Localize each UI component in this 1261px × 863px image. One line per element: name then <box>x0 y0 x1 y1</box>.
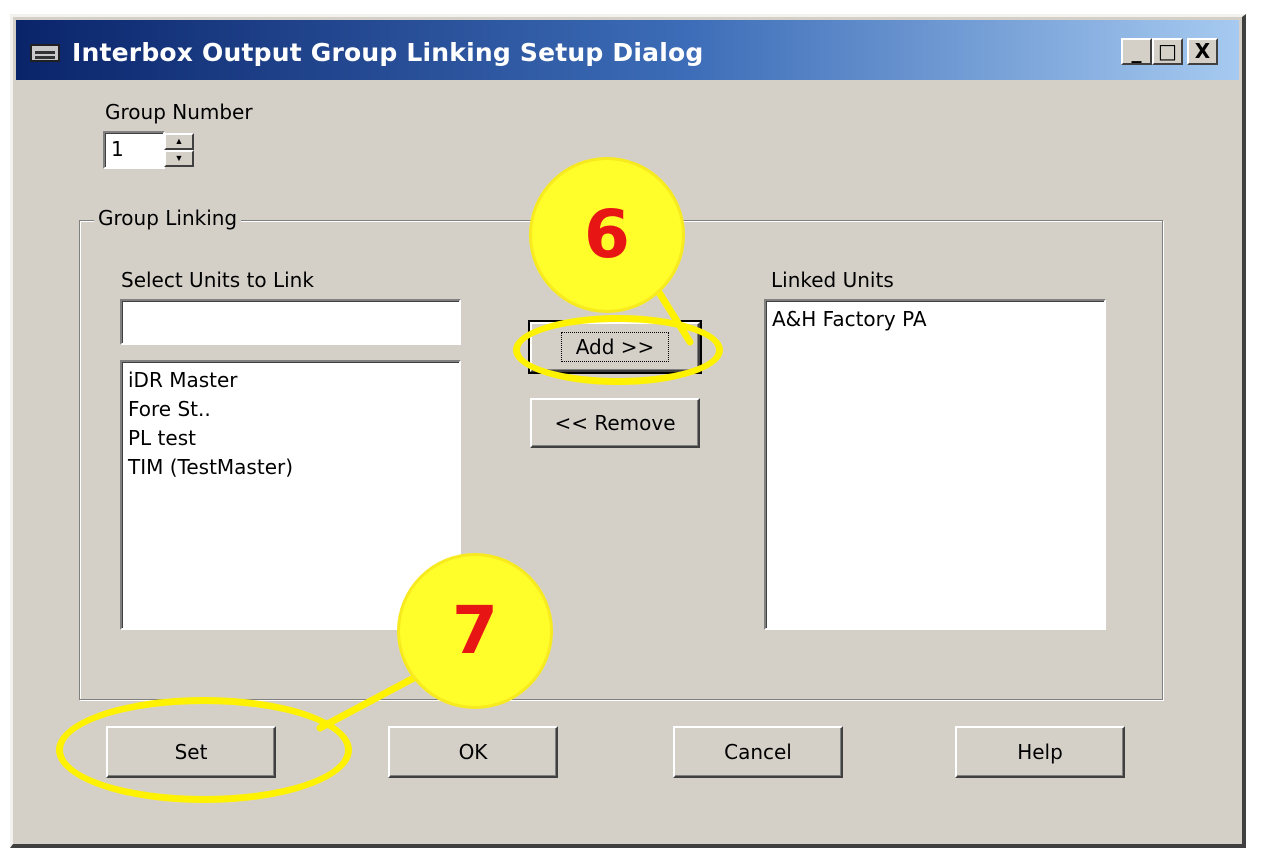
callout-7-pointer <box>316 668 429 732</box>
add-button-highlight-ring <box>513 315 723 385</box>
step-7-callout: 7 <box>400 556 550 706</box>
set-button-highlight-ring <box>56 697 352 803</box>
step-6-callout: 6 <box>532 160 682 310</box>
